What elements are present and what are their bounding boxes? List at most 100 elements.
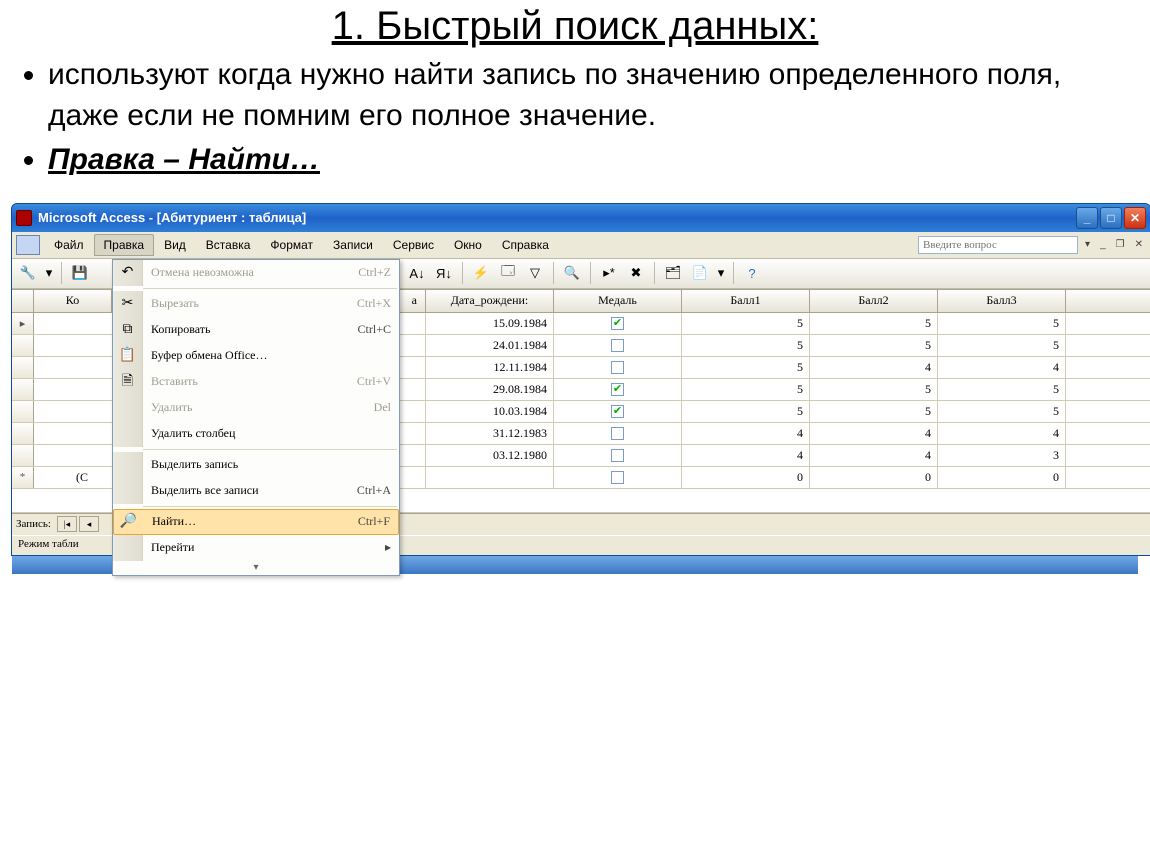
menu-view[interactable]: Вид: [154, 234, 196, 256]
apply-filter-button[interactable]: ▽: [523, 261, 547, 285]
cell-date[interactable]: 12.11.1984: [426, 357, 554, 378]
row-selector[interactable]: ▸: [12, 313, 34, 334]
menu-help[interactable]: Справка: [492, 234, 559, 256]
save-button[interactable]: 💾: [68, 261, 92, 285]
cell-medal[interactable]: ✔: [554, 401, 682, 422]
row-selector[interactable]: [12, 423, 34, 444]
help-dropdown-icon[interactable]: ▾: [1082, 239, 1093, 250]
col-head-medal[interactable]: Медаль: [554, 290, 682, 312]
menu-service[interactable]: Сервис: [383, 234, 444, 256]
col-head-date[interactable]: Дата_рождени:: [426, 290, 554, 312]
menu-records[interactable]: Записи: [323, 234, 383, 256]
cell-ball2[interactable]: 4: [810, 445, 938, 466]
database-window-button[interactable]: 🗂: [661, 261, 685, 285]
view-button[interactable]: 🔧: [16, 261, 40, 285]
menu-edit[interactable]: Правка: [94, 234, 155, 256]
menu-item-удалить-столбец[interactable]: Удалить столбец: [113, 421, 399, 447]
col-head-0[interactable]: Ко: [34, 290, 112, 312]
col-head-ball3[interactable]: Балл3: [938, 290, 1066, 312]
menu-insert[interactable]: Вставка: [196, 234, 261, 256]
view-dropdown-icon[interactable]: ▾: [43, 261, 55, 285]
cell-ball2[interactable]: 5: [810, 379, 938, 400]
sort-desc-button[interactable]: Я↓: [432, 261, 456, 285]
checkbox-icon[interactable]: ✔: [611, 383, 624, 396]
checkbox-icon[interactable]: [611, 427, 624, 440]
cell-date[interactable]: 24.01.1984: [426, 335, 554, 356]
mdi-close-icon[interactable]: ✕: [1132, 239, 1146, 250]
doc-icon[interactable]: [16, 235, 40, 255]
checkbox-icon[interactable]: [611, 449, 624, 462]
checkbox-icon[interactable]: [611, 339, 624, 352]
mdi-restore-icon[interactable]: ❐: [1113, 239, 1128, 250]
menu-item-выделить-все-записи[interactable]: Выделить все записиCtrl+A: [113, 478, 399, 504]
cell-ball1[interactable]: 0: [682, 467, 810, 488]
menu-file[interactable]: Файл: [44, 234, 94, 256]
close-button[interactable]: ✕: [1124, 207, 1146, 229]
cell-ball2[interactable]: 0: [810, 467, 938, 488]
find-button[interactable]: 🔍: [560, 261, 584, 285]
cell-medal[interactable]: [554, 445, 682, 466]
filter-by-selection-button[interactable]: ⚡: [469, 261, 493, 285]
cell-date[interactable]: 31.12.1983: [426, 423, 554, 444]
cell-date[interactable]: 03.12.1980: [426, 445, 554, 466]
prev-record-button[interactable]: ◂: [79, 516, 99, 532]
sort-asc-button[interactable]: A↓: [405, 261, 429, 285]
filter-by-form-button[interactable]: 🗔: [496, 261, 520, 285]
cell-ball3[interactable]: 0: [938, 467, 1066, 488]
cell-ball1[interactable]: 5: [682, 313, 810, 334]
delete-record-button[interactable]: ✖: [624, 261, 648, 285]
cell-ball3[interactable]: 5: [938, 335, 1066, 356]
cell-ball2[interactable]: 5: [810, 313, 938, 334]
cell-date[interactable]: 29.08.1984: [426, 379, 554, 400]
row-selector[interactable]: [12, 357, 34, 378]
checkbox-icon[interactable]: ✔: [611, 405, 624, 418]
cell-ball2[interactable]: 5: [810, 335, 938, 356]
first-record-button[interactable]: |◂: [57, 516, 77, 532]
checkbox-icon[interactable]: [611, 361, 624, 374]
checkbox-icon[interactable]: [611, 471, 624, 484]
cell-ball3[interactable]: 3: [938, 445, 1066, 466]
cell-medal[interactable]: [554, 467, 682, 488]
menu-format[interactable]: Формат: [260, 234, 323, 256]
cell-ball2[interactable]: 4: [810, 423, 938, 444]
menu-item-копировать[interactable]: ⧉КопироватьCtrl+C: [113, 317, 399, 343]
row-selector[interactable]: [12, 401, 34, 422]
menu-item-найти-[interactable]: 🔎Найти…Ctrl+F: [113, 509, 399, 535]
cell-medal[interactable]: [554, 335, 682, 356]
cell-ball3[interactable]: 4: [938, 357, 1066, 378]
cell-ball1[interactable]: 5: [682, 357, 810, 378]
row-selector-header[interactable]: [12, 290, 34, 312]
cell-ball3[interactable]: 4: [938, 423, 1066, 444]
help-button[interactable]: ?: [740, 261, 764, 285]
new-record-button[interactable]: ▸*: [597, 261, 621, 285]
menu-expand-icon[interactable]: ▾: [113, 561, 399, 575]
help-search-input[interactable]: [918, 236, 1078, 254]
row-selector[interactable]: [12, 335, 34, 356]
cell-ball1[interactable]: 4: [682, 445, 810, 466]
row-selector[interactable]: [12, 379, 34, 400]
col-head-ball1[interactable]: Балл1: [682, 290, 810, 312]
cell-medal[interactable]: [554, 357, 682, 378]
new-record-selector[interactable]: *: [12, 467, 34, 488]
cell-ball1[interactable]: 4: [682, 423, 810, 444]
menu-item-выделить-запись[interactable]: Выделить запись: [113, 452, 399, 478]
minimize-button[interactable]: _: [1076, 207, 1098, 229]
cell-medal[interactable]: ✔: [554, 313, 682, 334]
cell-ball3[interactable]: 5: [938, 401, 1066, 422]
menu-item-буфер-обмена-office-[interactable]: 📋Буфер обмена Office…: [113, 343, 399, 369]
new-object-button[interactable]: 📄: [688, 261, 712, 285]
maximize-button[interactable]: □: [1100, 207, 1122, 229]
cell-medal[interactable]: [554, 423, 682, 444]
row-selector[interactable]: [12, 445, 34, 466]
menu-window[interactable]: Окно: [444, 234, 492, 256]
cell-date[interactable]: 10.03.1984: [426, 401, 554, 422]
cell-ball2[interactable]: 5: [810, 401, 938, 422]
cell-ball3[interactable]: 5: [938, 313, 1066, 334]
mdi-minimize-icon[interactable]: _: [1097, 239, 1109, 250]
checkbox-icon[interactable]: ✔: [611, 317, 624, 330]
cell-ball1[interactable]: 5: [682, 335, 810, 356]
menu-item-перейти[interactable]: Перейти▸: [113, 535, 399, 561]
cell-medal[interactable]: ✔: [554, 379, 682, 400]
col-head-ball2[interactable]: Балл2: [810, 290, 938, 312]
cell-date[interactable]: 15.09.1984: [426, 313, 554, 334]
